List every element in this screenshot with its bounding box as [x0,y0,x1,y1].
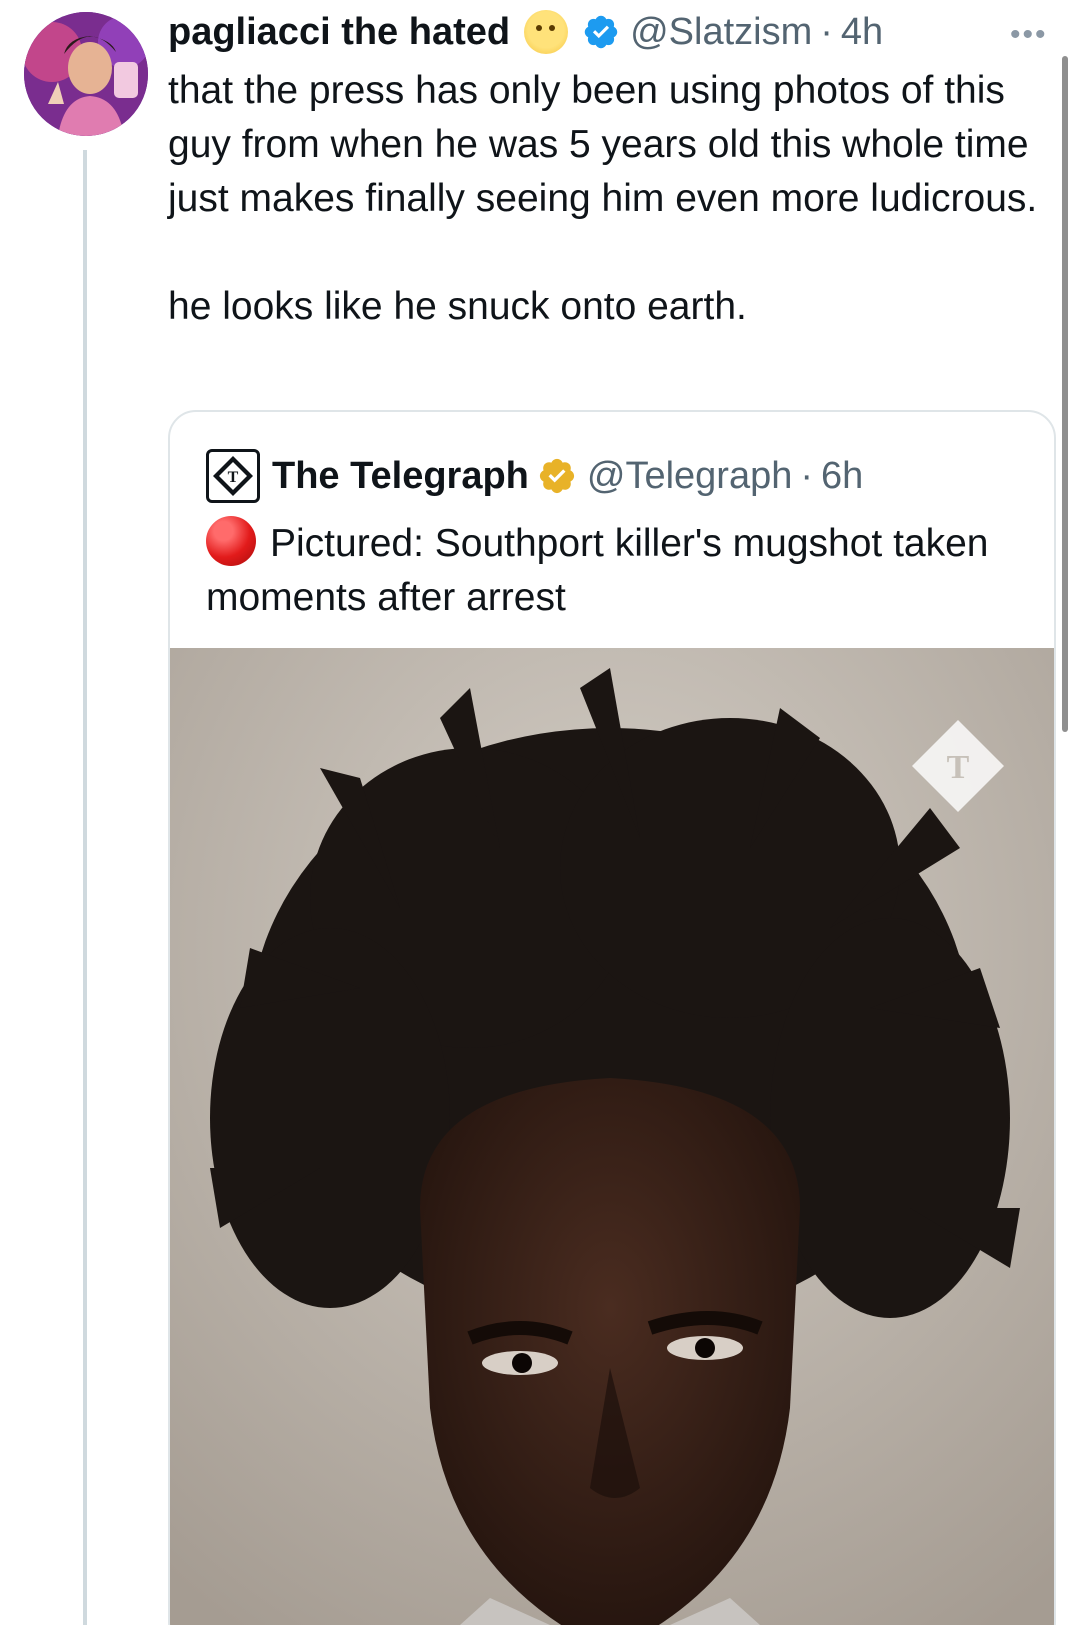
tweet-paragraph: he looks like he snuck onto earth. [168,285,747,328]
telegraph-watermark-icon: T [912,720,1004,812]
avatar-photo [24,12,148,136]
author-handle[interactable]: @Slatzism [630,8,812,56]
svg-text:T: T [228,469,239,486]
red-circle-icon [206,516,256,566]
tweet-paragraph: that the press has only been using photo… [168,69,1038,220]
separator-dot: · [800,454,814,497]
verified-badge-icon[interactable] [582,13,620,51]
quote-author-handle[interactable]: @Telegraph [587,455,792,498]
author-avatar[interactable] [24,12,148,136]
thread-line [83,150,87,1625]
quote-text: Pictured: Southport killer's mugshot tak… [206,516,1026,625]
tweet-text: that the press has only been using photo… [168,64,1048,334]
author-display-name[interactable]: pagliacci the hated [168,8,510,56]
verified-org-badge-icon[interactable] [537,456,577,496]
quote-timestamp[interactable]: 6h [821,455,863,498]
separator-dot: · [820,11,833,53]
tweet-view: pagliacci the hated @Slatzism · 4h ••• t… [0,0,1080,1625]
mugshot-image[interactable]: T [170,648,1054,1625]
svg-text:T: T [947,749,970,786]
quote-header: T The Telegraph @Telegraph · 6h [206,448,863,504]
scrollbar[interactable] [1062,56,1068,732]
telegraph-diamond-icon: T [213,456,253,496]
quote-text-content: Pictured: Southport killer's mugshot tak… [206,522,989,619]
face-emoji-icon [524,10,569,54]
more-options-icon[interactable]: ••• [1010,18,1048,52]
quote-author-name[interactable]: The Telegraph [272,455,529,498]
tweet-timestamp[interactable]: 4h [841,8,883,56]
quote-tweet-card[interactable]: T The Telegraph @Telegraph · 6h Pictured… [168,410,1056,1625]
tweet-header: pagliacci the hated @Slatzism · 4h [168,8,883,56]
telegraph-logo-icon[interactable]: T [206,449,260,503]
